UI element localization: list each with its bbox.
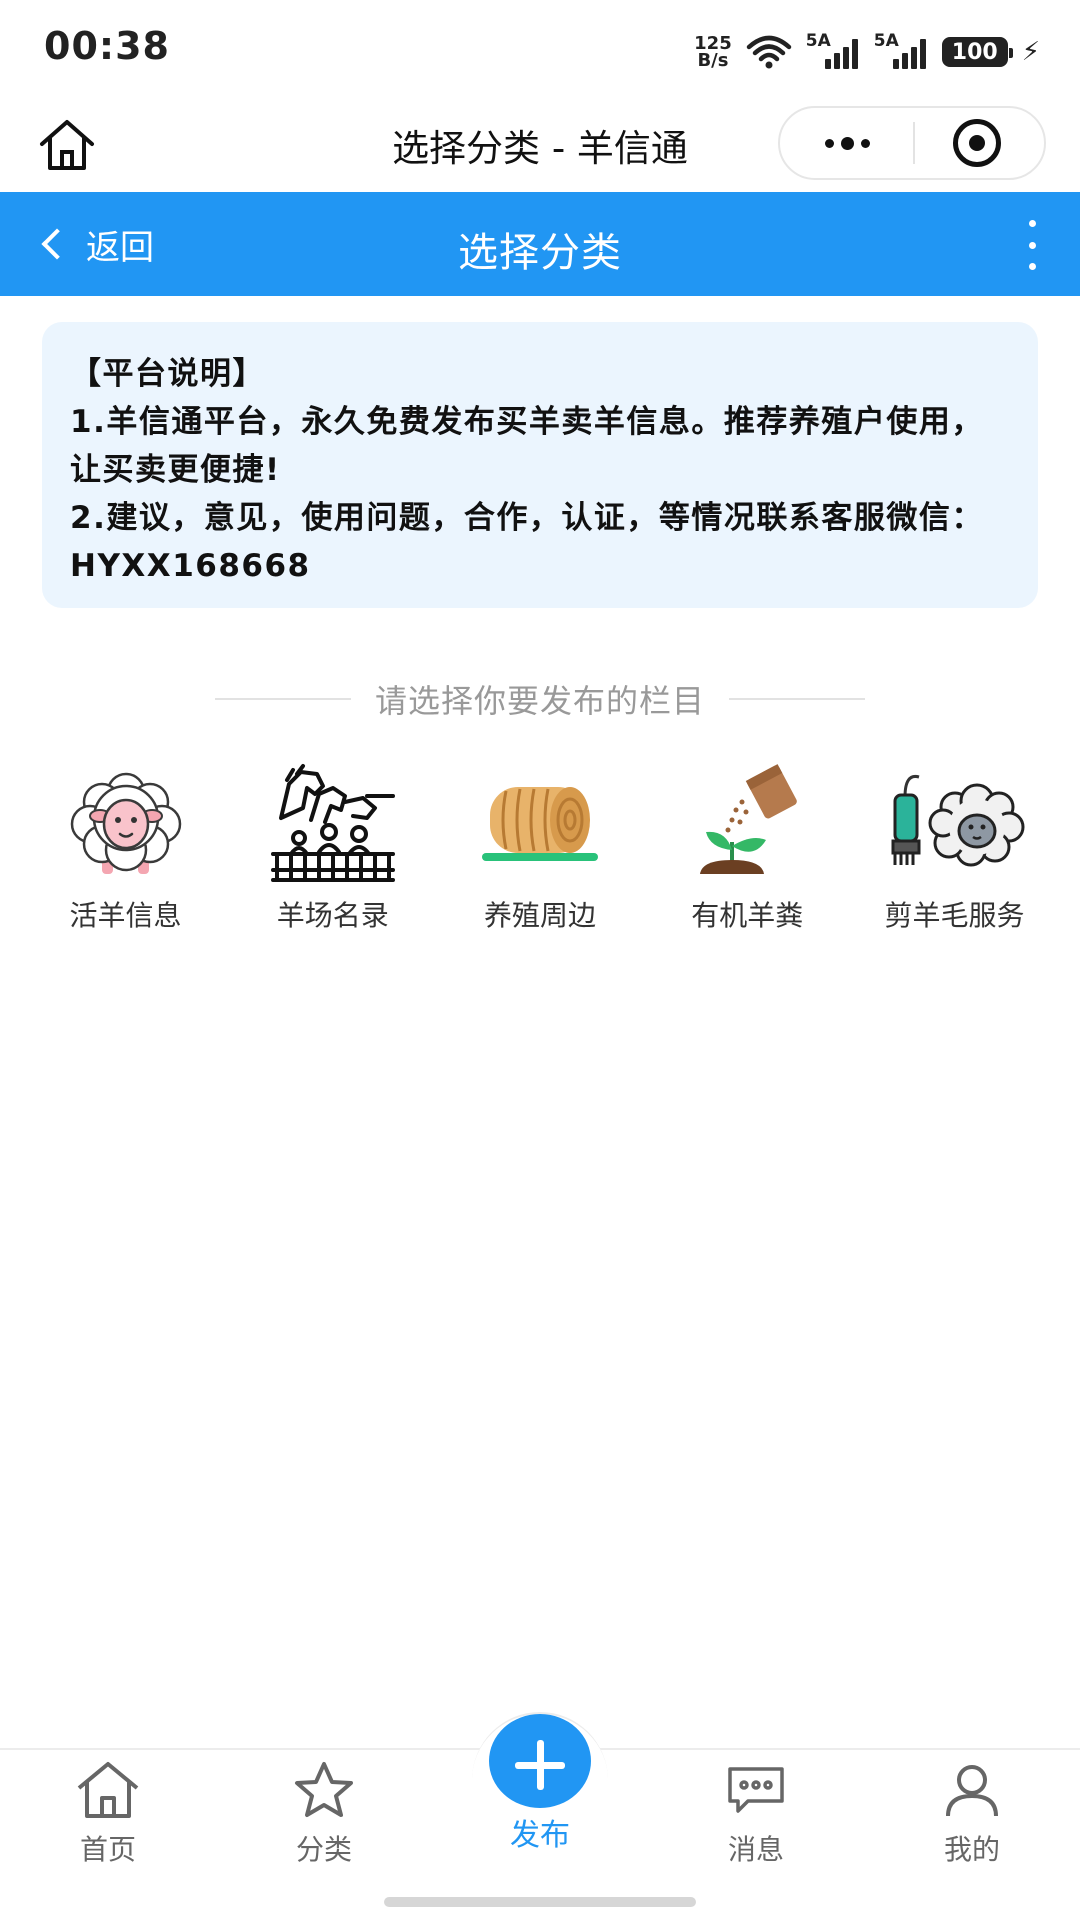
- category-live-sheep[interactable]: 活羊信息: [22, 760, 229, 940]
- network-speed-unit: B/s: [697, 50, 729, 71]
- battery-icon: 100: [941, 37, 1013, 67]
- tab-mine[interactable]: 我的: [864, 1750, 1080, 1890]
- category-label: 羊场名录: [276, 899, 389, 932]
- hay-bale-icon: [470, 760, 610, 884]
- category-label: 剪羊毛服务: [884, 899, 1025, 932]
- category-shearing-service[interactable]: 剪羊毛服务: [851, 760, 1058, 940]
- tab-label: 我的: [943, 1833, 1000, 1866]
- more-options-button[interactable]: [780, 108, 914, 178]
- tab-label: 消息: [727, 1833, 784, 1866]
- notice-heading: 【平台说明】: [70, 356, 265, 392]
- more-dots-icon: [824, 138, 834, 148]
- network-speed: 125 B/s: [694, 35, 732, 71]
- notice-line-2: 2.建议，意见，使用问题，合作，认证，等情况联系客服微信：HYXX168668: [70, 500, 984, 584]
- close-miniprogram-button[interactable]: [910, 108, 1044, 178]
- wifi-icon: [746, 35, 791, 69]
- home-indicator: [384, 1897, 696, 1907]
- user-icon: [936, 1758, 1008, 1822]
- category-label: 养殖周边: [483, 899, 596, 932]
- category-label: 活羊信息: [69, 899, 182, 932]
- notice-line-1: 1.羊信通平台，永久免费发布买羊卖羊信息。推荐养殖户使用，让买卖更便捷!: [70, 404, 984, 488]
- category-grid: 活羊信息 羊场名录 养殖周边 有机羊粪 剪羊毛服务: [22, 760, 1058, 940]
- section-title: 请选择你要发布的栏目: [374, 682, 705, 720]
- category-farm-directory[interactable]: 羊场名录: [229, 760, 436, 940]
- category-organic-manure[interactable]: 有机羊粪: [644, 760, 851, 940]
- signal-strength-icon-2: 5A: [874, 31, 928, 69]
- tab-label: 首页: [79, 1833, 136, 1866]
- section-divider: 请选择你要发布的栏目: [0, 672, 1080, 726]
- vertical-dots-icon: [1028, 220, 1036, 227]
- sheep-icon: [56, 760, 196, 884]
- category-farming-supplies[interactable]: 养殖周边: [437, 760, 644, 940]
- app-header: 返回 选择分类: [0, 192, 1080, 296]
- tab-messages[interactable]: 消息: [648, 1750, 864, 1890]
- divider-line-left: [214, 698, 351, 700]
- page: 00:38 125 B/s 5A 5A 100 ⚡ 选择分类 - 羊信通 返回 …: [0, 0, 1080, 1920]
- status-bar: 00:38 125 B/s 5A 5A 100 ⚡: [0, 0, 1080, 100]
- shearing-clipper-icon: [885, 760, 1025, 884]
- signal-strength-icon-1: 5A: [806, 31, 860, 69]
- tab-publish[interactable]: 发布: [470, 1714, 610, 1854]
- signal-1-label: 5A: [805, 31, 831, 51]
- target-close-icon: [953, 119, 1001, 167]
- tab-label: 分类: [295, 1833, 352, 1866]
- status-icons: 125 B/s 5A 5A 100 ⚡: [694, 31, 1040, 72]
- plus-icon: [489, 1714, 591, 1808]
- miniprogram-capsule: [778, 106, 1046, 180]
- status-time: 00:38: [44, 24, 170, 68]
- charging-icon: ⚡: [1021, 37, 1040, 67]
- tab-home[interactable]: 首页: [0, 1750, 216, 1890]
- divider-line-right: [729, 698, 865, 700]
- miniprogram-nav-bar: 选择分类 - 羊信通: [0, 100, 1080, 192]
- platform-notice-card: 【平台说明】 1.羊信通平台，永久免费发布买羊卖羊信息。推荐养殖户使用，让买卖更…: [42, 322, 1038, 608]
- fertilizer-sprout-icon: [677, 760, 817, 884]
- header-menu-button[interactable]: [1022, 220, 1042, 270]
- page-title: 选择分类: [458, 230, 622, 276]
- home-icon: [72, 1758, 144, 1822]
- signal-2-label: 5A: [873, 31, 899, 51]
- farm-animals-icon: [263, 760, 403, 884]
- tab-label-publish: 发布: [510, 1818, 570, 1853]
- star-icon: [288, 1758, 360, 1822]
- chat-bubble-icon: [720, 1758, 792, 1822]
- tab-category[interactable]: 分类: [216, 1750, 432, 1890]
- category-label: 有机羊粪: [691, 899, 804, 932]
